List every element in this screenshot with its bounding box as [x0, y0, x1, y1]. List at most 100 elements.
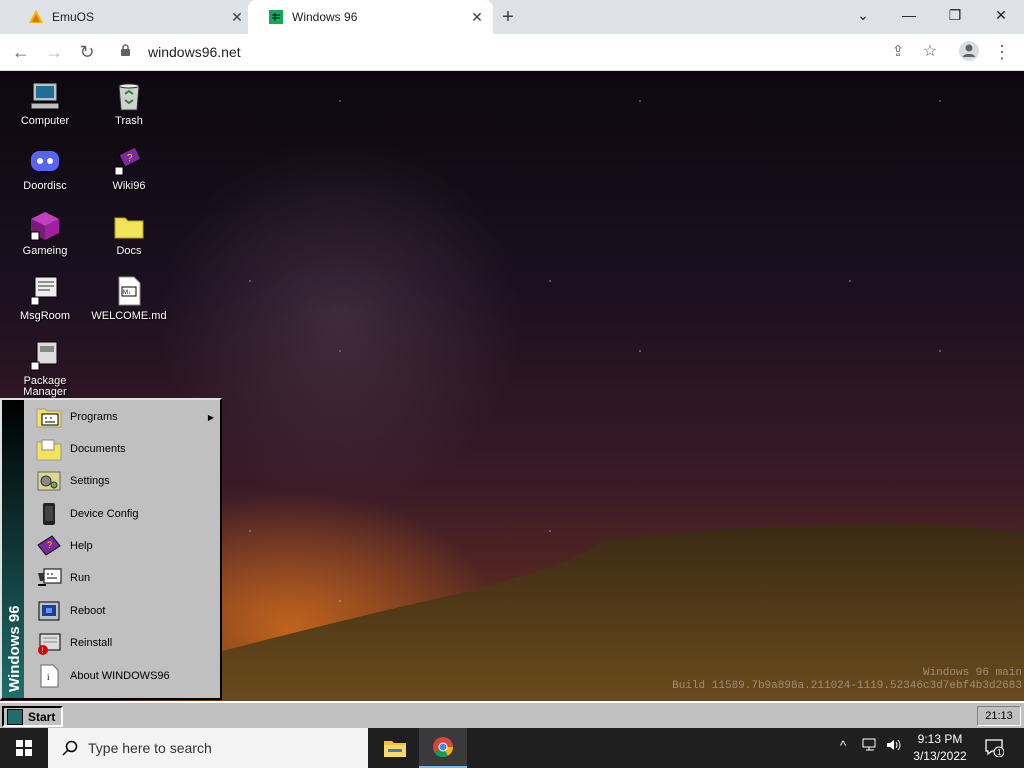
- start-menu-item-reboot[interactable]: Reboot: [26, 595, 220, 627]
- start-menu-item-device-config[interactable]: Device Config: [26, 498, 220, 530]
- start-menu-item-settings[interactable]: Settings: [26, 465, 220, 497]
- start-menu-item-run[interactable]: Run: [26, 562, 220, 594]
- build-line-1: Windows 96 main: [922, 667, 1022, 679]
- reinstall-icon: !: [36, 630, 62, 656]
- game-cube-icon: [29, 210, 61, 242]
- taskbar-clock[interactable]: 9:13 PM 3/13/2022: [905, 731, 975, 765]
- tab-emuos[interactable]: EmuOS ✕: [8, 0, 253, 34]
- start-menu-label: Run: [70, 572, 91, 584]
- taskbar-time: 9:13 PM: [917, 732, 963, 746]
- desktop-icon-docs[interactable]: Docs: [90, 210, 168, 257]
- taskbar-search[interactable]: Type here to search: [48, 728, 368, 768]
- run-icon: [36, 565, 62, 591]
- desktop-icon-msgroom[interactable]: MsgRoom: [6, 275, 84, 322]
- desktop-icon-package-manager[interactable]: Package Manager: [6, 340, 84, 398]
- help-book-icon: ?: [36, 533, 62, 559]
- desktop-icon-computer[interactable]: Computer: [6, 80, 84, 127]
- start-menu-label: Reboot: [70, 605, 106, 617]
- chrome-icon[interactable]: [419, 728, 467, 768]
- svg-text:M↓: M↓: [123, 290, 131, 296]
- icon-label: Wiki96: [112, 180, 146, 192]
- build-line-2: Build 11589.7b9a898a.211024-1119.52346c3…: [672, 680, 1022, 692]
- emuos-icon: [28, 9, 44, 25]
- back-button[interactable]: ←: [9, 40, 33, 64]
- icon-label: Docs: [116, 245, 142, 257]
- notification-count: 1: [997, 748, 1002, 757]
- icon-label: Package Manager: [23, 375, 67, 398]
- address-bar[interactable]: windows96.net: [108, 38, 948, 66]
- about-icon: i: [36, 663, 62, 689]
- svg-text:?: ?: [127, 153, 133, 164]
- icon-label: Gameing: [22, 245, 68, 257]
- icon-label: WELCOME.md: [91, 310, 167, 322]
- trash-icon: [113, 80, 145, 112]
- chevron-up-icon[interactable]: ^: [840, 738, 846, 753]
- start-menu-item-documents[interactable]: Documents: [26, 433, 220, 465]
- notification-icon[interactable]: 1: [984, 737, 1005, 760]
- svg-text:!: !: [42, 646, 44, 655]
- icon-label: Trash: [115, 115, 143, 127]
- share-icon[interactable]: ⇪: [886, 40, 910, 64]
- windows-taskbar: Type here to search ^ 9:13 PM 3/13/2022 …: [0, 728, 1024, 768]
- start-menu: Windows 96 Programs ▶ Documents Settings…: [0, 398, 222, 700]
- minimize-button[interactable]: —: [886, 0, 932, 30]
- start-menu-label: Help: [70, 540, 93, 552]
- lock-icon: [120, 44, 136, 60]
- wiki-book-icon: ?: [113, 145, 145, 177]
- restore-button[interactable]: ❐: [932, 0, 978, 30]
- reload-button[interactable]: ↻: [75, 40, 99, 64]
- search-placeholder: Type here to search: [88, 740, 212, 756]
- menu-dots-icon[interactable]: ⋮: [990, 40, 1014, 64]
- close-tab-icon[interactable]: ✕: [469, 9, 485, 25]
- close-tab-icon[interactable]: ✕: [229, 9, 245, 25]
- start-menu-banner: Windows 96: [2, 400, 24, 698]
- icon-label: Doordisc: [23, 180, 67, 192]
- network-icon[interactable]: [862, 738, 878, 755]
- file-explorer-icon[interactable]: [371, 728, 419, 768]
- msgroom-icon: [29, 275, 61, 307]
- w96-taskbar: Start 21:13: [0, 701, 1024, 728]
- start-menu-label: Documents: [70, 443, 126, 455]
- doordisc-icon: [29, 145, 61, 177]
- windows96-icon: [268, 9, 284, 25]
- start-button[interactable]: Start: [2, 706, 63, 727]
- submenu-arrow-icon: ▶: [207, 412, 214, 422]
- desktop-icon-wiki96[interactable]: ? Wiki96: [90, 145, 168, 192]
- computer-icon: [29, 80, 61, 112]
- markdown-file-icon: M↓: [113, 275, 145, 307]
- start-menu-item-help[interactable]: ? Help: [26, 530, 220, 562]
- start-icon: [7, 708, 23, 725]
- device-icon: [36, 501, 62, 527]
- new-tab-button[interactable]: +: [498, 7, 518, 27]
- start-menu-label: Reinstall: [70, 637, 113, 649]
- windows-start-icon[interactable]: [0, 728, 48, 768]
- start-menu-banner-text: Windows 96: [6, 605, 23, 692]
- tab-windows96[interactable]: Windows 96 ✕: [248, 0, 493, 34]
- browser-tab-bar: EmuOS ✕ Windows 96 ✕ + ⌄ — ❐ ✕: [0, 0, 1024, 34]
- start-menu-label: Settings: [70, 475, 110, 487]
- profile-icon[interactable]: [957, 40, 981, 64]
- volume-icon[interactable]: [886, 738, 902, 755]
- folder-icon: [113, 210, 145, 242]
- tab-label: EmuOS: [52, 10, 95, 24]
- w96-clock: 21:13: [977, 706, 1021, 726]
- browser-toolbar: ← → ↻ windows96.net ⇪ ☆ ⋮: [0, 34, 1024, 71]
- icon-label: MsgRoom: [19, 310, 71, 322]
- start-menu-item-reinstall[interactable]: ! Reinstall: [26, 627, 220, 659]
- programs-icon: [36, 404, 62, 430]
- bookmark-star-icon[interactable]: ☆: [918, 40, 942, 64]
- desktop-icon-welcome[interactable]: M↓ WELCOME.md: [90, 275, 168, 322]
- desktop-icon-trash[interactable]: Trash: [90, 80, 168, 127]
- start-menu-item-programs[interactable]: Programs ▶: [26, 401, 220, 433]
- taskbar-date: 3/13/2022: [913, 749, 967, 763]
- desktop-icon-doordisc[interactable]: Doordisc: [6, 145, 84, 192]
- reboot-icon: [36, 598, 62, 624]
- start-menu-label: About WINDOWS96: [70, 670, 170, 682]
- close-window-button[interactable]: ✕: [978, 0, 1024, 30]
- start-menu-item-about[interactable]: i About WINDOWS96: [26, 660, 220, 692]
- desktop-icon-gameing[interactable]: Gameing: [6, 210, 84, 257]
- forward-button[interactable]: →: [42, 40, 66, 64]
- settings-icon: [36, 468, 62, 494]
- chevron-down-icon[interactable]: ⌄: [840, 0, 886, 30]
- package-icon: [29, 340, 61, 372]
